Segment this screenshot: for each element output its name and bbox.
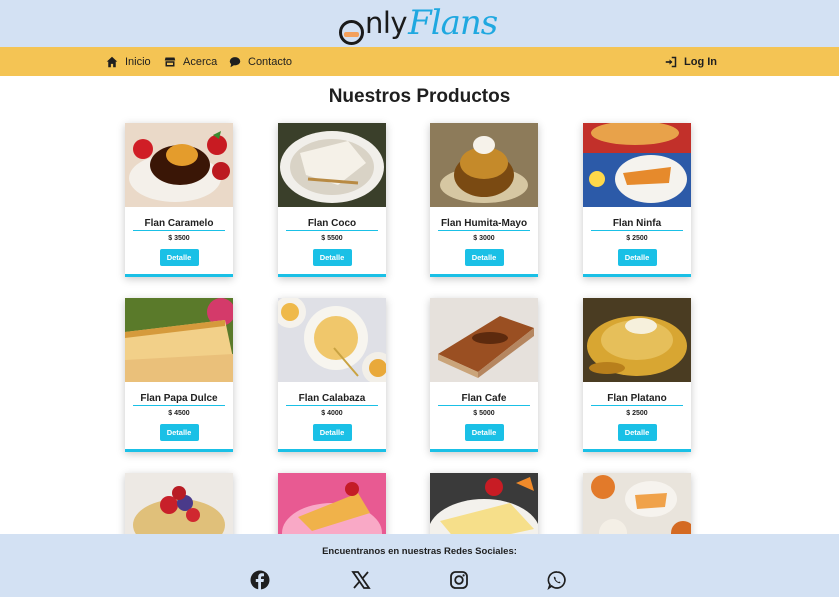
instagram-icon bbox=[450, 571, 468, 589]
product-detail-button[interactable]: Detalle bbox=[617, 424, 657, 441]
product-price: $ 3500 bbox=[168, 235, 190, 242]
product-name: Flan Caramelo bbox=[133, 218, 225, 231]
product-image bbox=[583, 121, 691, 207]
product-detail-button[interactable]: Detalle bbox=[464, 424, 504, 441]
whatsapp-icon bbox=[547, 571, 566, 590]
product-image bbox=[583, 298, 691, 382]
product-name: Flan Papa Dulce bbox=[133, 393, 225, 406]
product-price: $ 3000 bbox=[473, 235, 495, 242]
product-card: Flan Ninfa $ 2500 Detalle bbox=[583, 121, 691, 277]
product-card: Flan Papa Dulce $ 4500 Detalle bbox=[125, 298, 235, 452]
facebook-icon bbox=[250, 570, 270, 590]
product-image bbox=[583, 473, 695, 534]
product-image bbox=[278, 473, 386, 534]
product-card: Flan Coco $ 5500 Detalle bbox=[278, 123, 386, 277]
product-name: Flan Ninfa bbox=[591, 218, 683, 231]
product-detail-button[interactable]: Detalle bbox=[617, 249, 657, 266]
product-card: Flan Caramelo $ 3500 Detalle bbox=[125, 123, 233, 277]
site-footer: Encuentranos en nuestras Redes Sociales: bbox=[0, 534, 839, 597]
product-name: Flan Platano bbox=[591, 393, 683, 406]
product-price: $ 2500 bbox=[626, 235, 648, 242]
instagram-link[interactable] bbox=[449, 570, 469, 590]
product-card bbox=[125, 473, 233, 534]
whatsapp-link[interactable] bbox=[547, 570, 567, 590]
product-image bbox=[428, 473, 540, 534]
product-price: $ 4000 bbox=[321, 410, 343, 417]
product-detail-button[interactable]: Detalle bbox=[159, 424, 199, 441]
facebook-link[interactable] bbox=[250, 570, 270, 590]
product-name: Flan Calabaza bbox=[286, 393, 378, 406]
product-name: Flan Cafe bbox=[438, 393, 530, 406]
product-image bbox=[125, 473, 233, 534]
product-grid: Flan Caramelo $ 3500 Detalle Flan Coco $… bbox=[0, 0, 839, 534]
product-image bbox=[125, 298, 235, 382]
product-detail-button[interactable]: Detalle bbox=[312, 424, 352, 441]
product-price: $ 2500 bbox=[626, 410, 648, 417]
product-name: Flan Humita-Mayo bbox=[438, 218, 530, 231]
x-icon bbox=[351, 571, 371, 589]
product-card bbox=[428, 473, 540, 534]
product-card bbox=[278, 473, 386, 534]
product-price: $ 5000 bbox=[473, 410, 495, 417]
product-detail-button[interactable]: Detalle bbox=[464, 249, 504, 266]
product-detail-button[interactable]: Detalle bbox=[159, 249, 199, 266]
product-card: Flan Cafe $ 5000 Detalle bbox=[430, 298, 538, 452]
product-image bbox=[430, 123, 538, 207]
footer-title: Encuentranos en nuestras Redes Sociales: bbox=[322, 546, 517, 557]
product-name: Flan Coco bbox=[286, 218, 378, 231]
product-image bbox=[430, 298, 538, 382]
product-card: Flan Calabaza $ 4000 Detalle bbox=[274, 296, 394, 452]
product-card: Flan Platano $ 2500 Detalle bbox=[583, 298, 691, 452]
product-price: $ 5500 bbox=[321, 235, 343, 242]
product-card bbox=[583, 473, 695, 534]
product-detail-button[interactable]: Detalle bbox=[312, 249, 352, 266]
x-link[interactable] bbox=[351, 570, 371, 590]
product-image bbox=[125, 123, 233, 207]
product-card: Flan Humita-Mayo $ 3000 Detalle bbox=[430, 123, 538, 277]
product-image bbox=[274, 296, 394, 384]
product-image bbox=[278, 123, 386, 207]
product-price: $ 4500 bbox=[168, 410, 190, 417]
